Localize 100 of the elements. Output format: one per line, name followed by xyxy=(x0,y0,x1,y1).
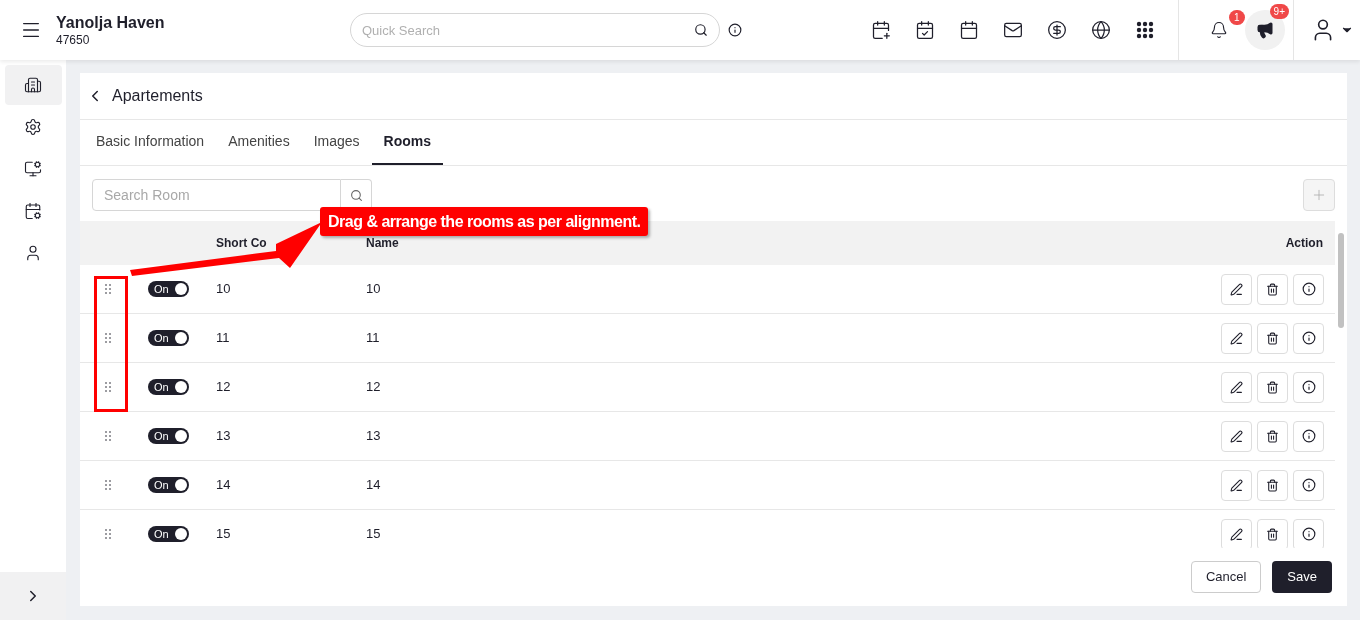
trash-icon xyxy=(1266,331,1279,345)
apps-button[interactable] xyxy=(1134,19,1155,41)
delete-button[interactable] xyxy=(1257,518,1288,548)
info-button[interactable] xyxy=(1293,322,1324,354)
tab[interactable]: Basic Information xyxy=(84,120,217,165)
search-icon xyxy=(694,23,708,37)
calendar-check-button[interactable] xyxy=(914,19,935,41)
calendar-check-icon xyxy=(914,20,935,40)
toggle-switch[interactable]: On xyxy=(148,281,189,297)
delete-button[interactable] xyxy=(1257,273,1288,305)
user-icon xyxy=(24,244,42,262)
toggle-switch[interactable]: On xyxy=(148,379,189,395)
edit-button[interactable] xyxy=(1221,322,1252,354)
trash-icon xyxy=(1266,282,1279,296)
calendar-icon xyxy=(24,202,42,220)
table-cell-text: 15 xyxy=(216,525,232,544)
toggle-switch[interactable]: On xyxy=(148,330,189,346)
drag-handle-icon xyxy=(104,331,112,345)
info-icon xyxy=(1301,478,1316,492)
column-header: Short Co xyxy=(216,235,268,252)
table-cell-text: 11 xyxy=(366,329,381,348)
toggle-switch[interactable]: On xyxy=(148,526,189,542)
calendar-button[interactable] xyxy=(958,19,979,41)
table-cell-text: 13 xyxy=(216,427,232,446)
edit-button[interactable] xyxy=(1221,371,1252,403)
edit-button[interactable] xyxy=(1221,518,1252,548)
edit-button[interactable] xyxy=(1221,469,1252,501)
toggle-switch[interactable]: On xyxy=(148,477,189,493)
info-icon xyxy=(1301,282,1316,296)
drag-handle-icon xyxy=(104,527,112,541)
table-cell-text: 11 xyxy=(216,329,231,348)
table-cell-text: 15 xyxy=(366,525,382,544)
info-button[interactable] xyxy=(1293,518,1324,548)
notification-badge: 1 xyxy=(1229,10,1245,25)
edit-button[interactable] xyxy=(1221,420,1252,452)
delete-button[interactable] xyxy=(1257,420,1288,452)
drag-handle-icon xyxy=(104,282,112,296)
tab[interactable]: Rooms xyxy=(371,120,443,165)
cancel-button[interactable]: Cancel xyxy=(1190,561,1262,593)
annotation-callout: Drag & arrange the rooms as per alignment. xyxy=(320,207,649,236)
delete-button[interactable] xyxy=(1257,371,1288,403)
save-button[interactable]: Save xyxy=(1272,561,1332,593)
pencil-icon xyxy=(1230,282,1243,296)
plus-icon xyxy=(1311,187,1327,203)
globe-button[interactable] xyxy=(1090,19,1111,41)
column-header: Action xyxy=(1285,235,1324,252)
toggle-switch[interactable]: On xyxy=(148,428,189,444)
calendar-plus-icon xyxy=(870,20,891,40)
table-cell-text: 13 xyxy=(366,427,382,446)
table-cell-text: 12 xyxy=(216,378,232,397)
info-button[interactable] xyxy=(1293,420,1324,452)
settings-icon xyxy=(24,118,42,136)
trash-icon xyxy=(1266,429,1279,443)
search-icon xyxy=(349,188,363,202)
globe-icon xyxy=(1090,20,1111,40)
sidebar-item[interactable] xyxy=(4,65,62,105)
table-cell-text: 14 xyxy=(366,476,382,495)
bell-icon xyxy=(1210,21,1228,39)
notification-button[interactable] xyxy=(1209,20,1229,40)
column-header: Name xyxy=(366,235,400,252)
delete-button[interactable] xyxy=(1257,469,1288,501)
dollar-button[interactable] xyxy=(1046,19,1067,41)
edit-button[interactable] xyxy=(1221,273,1252,305)
hotel-name: Yanolja Haven xyxy=(56,12,166,33)
announcement-badge: 9+ xyxy=(1269,4,1289,19)
table-cell-text: 14 xyxy=(216,476,232,495)
building-icon xyxy=(24,76,42,94)
drag-handle-icon xyxy=(104,429,112,443)
quick-search-field[interactable]: Quick Search xyxy=(350,13,720,47)
tab[interactable]: Amenities xyxy=(216,120,302,165)
trash-icon xyxy=(1266,478,1279,492)
calendar-plus-button[interactable] xyxy=(870,19,891,41)
pencil-icon xyxy=(1230,478,1243,492)
drag-handle-icon xyxy=(104,380,112,394)
drag-handle-icon xyxy=(104,478,112,492)
room-search-field[interactable]: Search Room xyxy=(92,179,341,211)
pencil-icon xyxy=(1230,429,1243,443)
tab[interactable]: Images xyxy=(301,120,372,165)
delete-button[interactable] xyxy=(1257,322,1288,354)
trash-icon xyxy=(1266,380,1279,394)
table-cell-text: 12 xyxy=(366,378,382,397)
trash-icon xyxy=(1266,527,1279,541)
info-icon xyxy=(1301,380,1316,394)
calendar-icon xyxy=(958,20,979,40)
grid-icon xyxy=(1135,21,1154,39)
info-button[interactable] xyxy=(1293,273,1324,305)
info-icon xyxy=(1301,429,1316,443)
info-icon xyxy=(1301,527,1316,541)
pencil-icon xyxy=(1230,380,1243,394)
info-icon[interactable] xyxy=(728,23,742,37)
info-button[interactable] xyxy=(1293,469,1324,501)
pencil-icon xyxy=(1230,527,1243,541)
monitor-icon xyxy=(24,160,42,178)
mail-icon xyxy=(1002,20,1023,40)
info-icon xyxy=(1301,331,1316,345)
info-button[interactable] xyxy=(1293,371,1324,403)
megaphone-icon xyxy=(1256,21,1274,39)
table-cell-text: 10 xyxy=(216,280,232,299)
pencil-icon xyxy=(1230,331,1243,345)
page-title: Apartements xyxy=(112,86,203,106)
